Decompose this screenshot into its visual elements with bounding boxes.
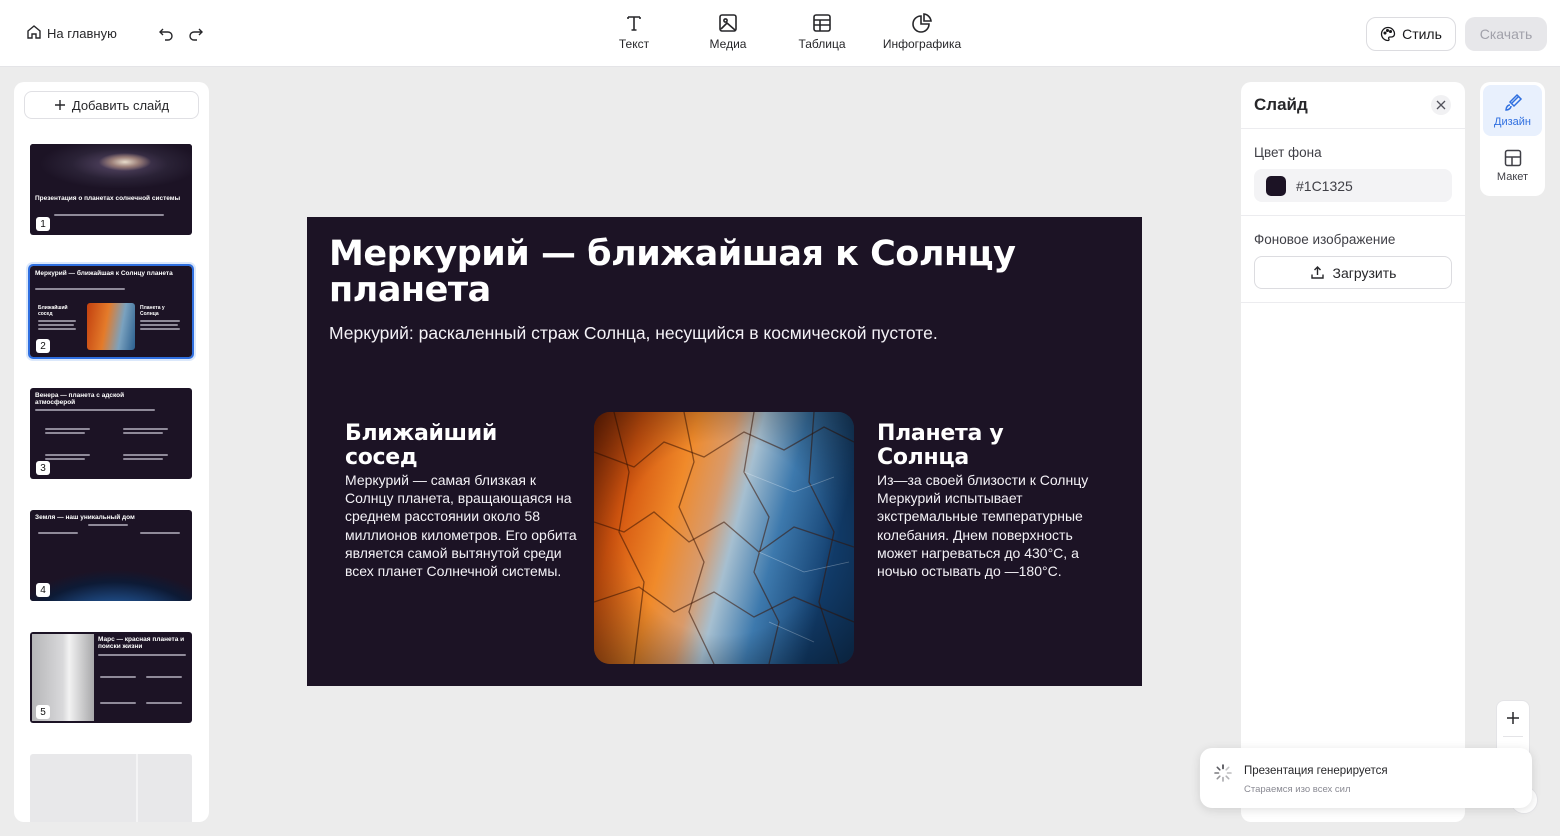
text-icon xyxy=(627,16,641,31)
tool-text[interactable]: Текст xyxy=(616,12,652,51)
slides-panel: Добавить слайд Презентация о планетах со… xyxy=(14,82,209,822)
settings-title: Слайд xyxy=(1254,95,1308,114)
plus-icon xyxy=(1507,712,1519,724)
bg-color-field[interactable]: #1C1325 xyxy=(1254,169,1452,202)
layout-icon xyxy=(1504,149,1521,167)
plus-icon xyxy=(54,100,65,110)
slide-thumbnail-1[interactable]: Презентация о планетах солнечной системы… xyxy=(30,144,192,235)
table-icon xyxy=(813,14,831,32)
bg-color-label: Цвет фона xyxy=(1254,145,1322,160)
home-label: На главную xyxy=(47,26,117,41)
tab-layout[interactable]: Макет xyxy=(1483,140,1542,191)
loading-spinner-icon xyxy=(1213,763,1233,788)
toast-subtitle: Стараемся изо всех сил xyxy=(1244,784,1351,795)
tool-table[interactable]: Таблица xyxy=(797,12,847,51)
close-panel-button[interactable] xyxy=(1431,95,1451,115)
bg-color-section: Цвет фона #1C1325 xyxy=(1241,129,1465,216)
add-slide-button[interactable]: Добавить слайд xyxy=(24,91,199,119)
toast-title: Презентация генерируется xyxy=(1244,765,1388,777)
zoom-in-button[interactable] xyxy=(1497,701,1529,735)
download-button[interactable]: Скачать xyxy=(1465,17,1547,51)
tool-media[interactable]: Медиа xyxy=(707,12,749,51)
color-swatch[interactable] xyxy=(1266,175,1286,196)
mercury-thumb-image xyxy=(87,303,135,350)
redo-button[interactable] xyxy=(186,24,206,44)
right-column-text[interactable]: Из—за своей близости к Солнцу Меркурий и… xyxy=(877,471,1097,580)
earth-thumb-image xyxy=(30,560,192,601)
top-toolbar: На главную Текст Медиа Таблица Инфографи… xyxy=(0,0,1560,67)
mercury-surface-image[interactable] xyxy=(594,412,854,664)
home-button[interactable]: На главную xyxy=(26,24,117,43)
slide-thumbnail-4[interactable]: Земля — наш уникальный дом 4 xyxy=(30,510,192,601)
tab-design[interactable]: Дизайн xyxy=(1483,85,1542,136)
settings-header: Слайд xyxy=(1241,82,1465,129)
right-column-title[interactable]: Планета у Солнца xyxy=(877,422,1087,470)
slide-thumbnail-3[interactable]: Венера — планета с адской атмосферой 3 xyxy=(30,388,192,479)
slide-subtitle[interactable]: Меркурий: раскаленный страж Солнца, несу… xyxy=(329,323,938,344)
left-column-title[interactable]: Ближайший сосед xyxy=(345,422,555,470)
tool-infographic[interactable]: Инфографика xyxy=(882,12,962,51)
left-column-text[interactable]: Меркурий — самая близкая к Солнцу планет… xyxy=(345,471,577,580)
chart-pie-icon xyxy=(912,13,932,33)
upload-icon xyxy=(1310,266,1324,279)
slide-thumbnail-placeholder xyxy=(30,754,192,822)
slide-settings-panel: Слайд Цвет фона #1C1325 Фоновое изображе… xyxy=(1241,82,1465,822)
bg-image-section: Фоновое изображение Загрузить xyxy=(1241,216,1465,303)
redo-icon xyxy=(189,28,203,41)
slide-thumbnail-2[interactable]: Меркурий — ближайшая к Солнцу планета Бл… xyxy=(28,264,194,359)
undo-button[interactable] xyxy=(156,24,176,44)
slide-title[interactable]: Меркурий — ближайшая к Солнцу планета xyxy=(329,236,1119,308)
generation-toast: Презентация генерируется Стараемся изо в… xyxy=(1200,748,1532,808)
undo-icon xyxy=(159,28,173,41)
side-tabs: Дизайн Макет xyxy=(1480,82,1545,196)
upload-button[interactable]: Загрузить xyxy=(1254,256,1452,289)
slide-thumbnail-5[interactable]: Марс — красная планета и поиски жизни 5 xyxy=(30,632,192,723)
bg-image-label: Фоновое изображение xyxy=(1254,232,1396,247)
bg-color-value[interactable]: #1C1325 xyxy=(1296,178,1353,194)
close-icon xyxy=(1436,100,1446,110)
slide-canvas[interactable]: Меркурий — ближайшая к Солнцу планета Ме… xyxy=(307,217,1142,686)
galaxy-image xyxy=(30,144,192,188)
palette-icon xyxy=(1380,26,1396,42)
image-icon xyxy=(719,14,737,32)
style-button[interactable]: Стиль xyxy=(1366,17,1456,51)
home-icon xyxy=(26,24,42,43)
brush-icon xyxy=(1504,93,1522,111)
